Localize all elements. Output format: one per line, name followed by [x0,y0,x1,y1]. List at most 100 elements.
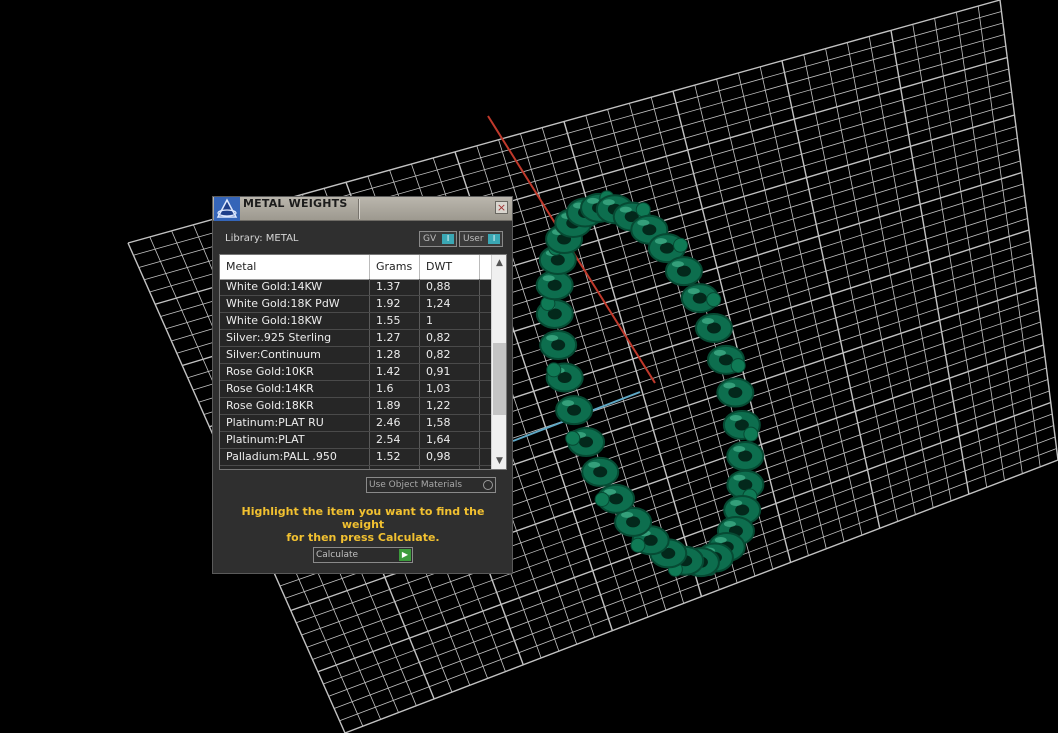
metal-cell: Palladium:PALL .950 [220,449,370,465]
table-row[interactable]: Rose Gold:18KR 1.89 1,22 [220,398,491,415]
chain-bead [630,537,646,553]
metal-weights-dialog: METAL WEIGHTS × Library: METAL GV I User… [212,196,513,574]
table-row[interactable]: Green Gold:18KG1.711,10 [220,466,491,469]
metal-cell: White Gold:18K PdW [220,296,370,312]
chain-bead [730,358,746,374]
instruction-line-2: for then press Calculate. [286,531,440,544]
dwt-cell: 1 [420,313,480,329]
metal-table[interactable]: Metal Grams DWT White Gold:14KW 1.37 0,88 W… [219,254,507,470]
dwt-cell: 1,58 [420,415,480,431]
grid-line [912,24,988,488]
dwt-cell: 1,03 [420,381,480,397]
grams-cell: 1.37 [370,279,420,295]
grid-line [890,30,970,495]
grams-cell: 1.71 [370,466,420,469]
table-row[interactable]: White Gold:14KW 1.37 0,88 [220,279,491,296]
dwt-cell: 0,88 [420,279,480,295]
calculate-label: Calculate [316,550,359,560]
grams-cell: 1.55 [370,313,420,329]
chain-link [535,270,574,301]
metal-cell: Rose Gold:14KR [220,381,370,397]
chain-link [539,330,578,361]
table-row[interactable]: Rose Gold:14KR 1.6 1,03 [220,381,491,398]
column-header-metal[interactable]: Metal [220,255,370,279]
scroll-thumb[interactable] [493,343,506,415]
chain-bead [565,430,581,446]
grams-cell: 1.52 [370,449,420,465]
metal-cell: White Gold:18KW [220,313,370,329]
dwt-cell: 1,24 [420,296,480,312]
library-label: Library: METAL [225,233,299,244]
grams-cell: 1.27 [370,330,420,346]
user-toggle-label: User [463,234,484,244]
chain-bead [673,237,689,253]
dwt-cell: 0,98 [420,449,480,465]
grams-cell: 1.42 [370,364,420,380]
chain-link [726,441,765,472]
grams-cell: 2.54 [370,432,420,448]
grams-cell: 2.46 [370,415,420,431]
chain-bead [706,292,722,308]
grid-line [956,12,1023,474]
column-header-dwt[interactable]: DWT [420,255,480,279]
metal-cell: Rose Gold:18KR [220,398,370,414]
chain-bead [546,362,562,378]
chain-link [664,256,703,287]
table-row[interactable]: White Gold:18K PdW 1.92 1,24 [220,296,491,313]
dialog-title: METAL WEIGHTS [243,197,348,210]
table-row[interactable]: Rose Gold:10KR 1.42 0,91 [220,364,491,381]
table-scrollbar[interactable]: ▲ ▼ [491,255,506,469]
gv-toggle[interactable]: GV I [419,231,457,247]
user-toggle[interactable]: User I [459,231,503,247]
radio-indicator-icon [483,480,493,490]
column-header-grams[interactable]: Grams [370,255,420,279]
close-button[interactable]: × [495,201,508,214]
use-object-materials-checkbox[interactable]: Use Object Materials [366,477,496,493]
dwt-cell: 0,82 [420,330,480,346]
dwt-cell: 1,64 [420,432,480,448]
metal-cell: Platinum:PLAT [220,432,370,448]
table-header: Metal Grams DWT [220,255,491,280]
grams-cell: 1.28 [370,347,420,363]
table-row[interactable]: Platinum:PLAT RU 2.46 1,58 [220,415,491,432]
instruction-text: Highlight the item you want to find the … [223,505,503,544]
instruction-line-1: Highlight the item you want to find the … [241,505,485,531]
table-row[interactable]: White Gold:18KW 1.55 1 [220,313,491,330]
grams-cell: 1.92 [370,296,420,312]
dwt-cell: 1,22 [420,398,480,414]
gv-toggle-label: GV [423,234,437,244]
table-row[interactable]: Silver:.925 Sterling 1.27 0,82 [220,330,491,347]
metal-cell: Platinum:PLAT RU [220,415,370,431]
chain-bead [594,491,610,507]
viewport-canvas[interactable] [0,0,1058,733]
dwt-cell: 0,82 [420,347,480,363]
user-toggle-knob: I [488,234,500,244]
grams-cell: 1.89 [370,398,420,414]
table-row[interactable]: Platinum:PLAT 2.54 1,64 [220,432,491,449]
app-logo-icon [214,197,240,221]
bracelet-model[interactable] [535,190,765,578]
chain-bead [743,426,759,442]
metal-cell: Rose Gold:10KR [220,364,370,380]
3d-viewport[interactable] [0,0,1058,733]
scroll-down-arrow-icon[interactable]: ▼ [492,454,506,468]
use-object-materials-label: Use Object Materials [369,480,463,490]
metal-cell: Silver:Continuum [220,347,370,363]
metal-cell: Silver:.925 Sterling [220,330,370,346]
chain-link [555,395,594,426]
grid-line [934,18,1005,481]
table-row[interactable]: Palladium:PALL .950 1.52 0,98 [220,449,491,466]
titlebar-separator [358,199,360,219]
play-arrow-icon: ▶ [399,549,411,561]
metal-cell: White Gold:14KW [220,279,370,295]
dwt-cell: 1,10 [420,466,480,469]
scroll-up-arrow-icon[interactable]: ▲ [492,256,506,270]
metal-cell: Green Gold:18KG [220,466,370,469]
chain-link [581,456,620,487]
table-row[interactable]: Silver:Continuum 1.28 0,82 [220,347,491,364]
grams-cell: 1.6 [370,381,420,397]
dialog-titlebar[interactable]: METAL WEIGHTS × [213,197,512,221]
chain-link [694,312,733,343]
gv-toggle-knob: I [442,234,454,244]
calculate-button[interactable]: Calculate ▶ [313,547,413,563]
